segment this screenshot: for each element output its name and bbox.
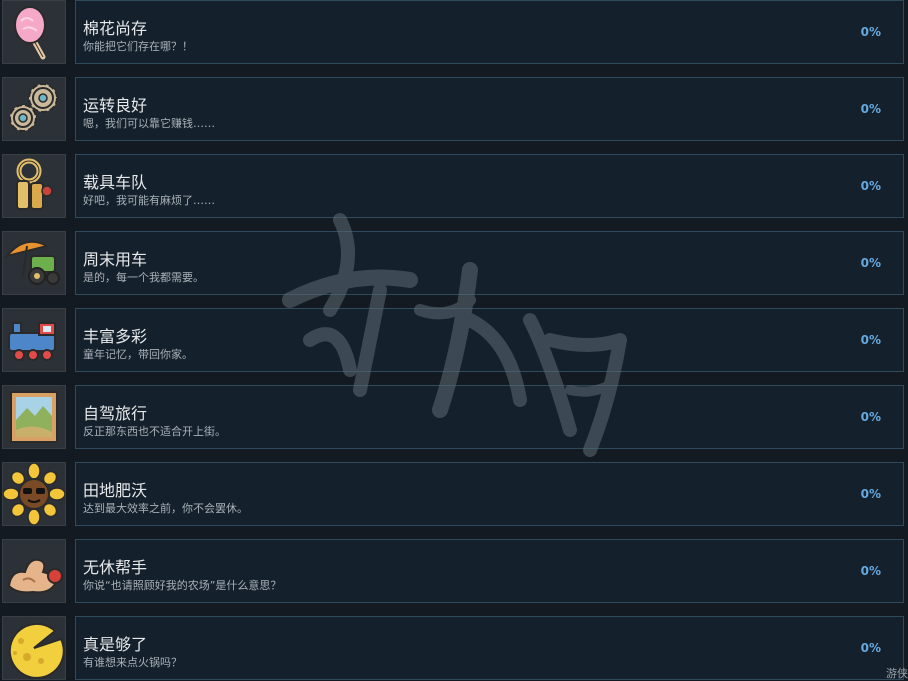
achievement-icon-box [2,462,66,526]
achievement-row[interactable]: 棉花尚存 你能把它们存在哪？！ 0% [0,0,908,66]
achievement-description: 你能把它们存在哪？！ [83,40,193,53]
achievement-title: 棉花尚存 [83,19,148,38]
achievement-card: 运转良好 嗯，我们可以靠它赚钱…… 0% [75,77,904,141]
achievement-row[interactable]: 载具车队 好吧，我可能有麻烦了…… 0% [0,154,908,220]
flexed-arm-icon [3,540,65,602]
achievement-row[interactable]: 无休帮手 你说“也请照顾好我的农场”是什么意思？ 0% [0,539,908,605]
achievement-row[interactable]: 丰富多彩 童年记忆，带回你家。 0% [0,308,908,374]
achievement-percent: 0% [860,410,881,424]
umbrella-tractor-icon [3,232,65,294]
landscape-picture-icon [3,386,65,448]
achievement-description: 你说“也请照顾好我的农场”是什么意思？ [83,579,282,592]
achievement-row[interactable]: 周末用车 是的，每一个我都需要。 0% [0,231,908,297]
achievement-icon-box [2,0,66,64]
achievement-card: 田地肥沃 达到最大效率之前，你不会罢休。 0% [75,462,904,526]
gears-icon [3,78,65,140]
achievement-card: 无休帮手 你说“也请照顾好我的农场”是什么意思？ 0% [75,539,904,603]
achievement-row[interactable]: 自驾旅行 反正那东西也不适合开上街。 0% [0,385,908,451]
achievement-icon-box [2,77,66,141]
achievement-description: 嗯，我们可以靠它赚钱…… [83,117,215,130]
achievement-title: 自驾旅行 [83,404,148,423]
train-icon [3,309,65,371]
keys-icon [3,155,65,217]
achievement-row[interactable]: 运转良好 嗯，我们可以靠它赚钱…… 0% [0,77,908,143]
achievement-icon-box [2,308,66,372]
achievement-percent: 0% [860,333,881,347]
sunflower-sunglasses-icon [3,463,65,525]
cheese-icon [3,617,65,679]
achievement-icon-box [2,385,66,449]
achievement-description: 童年记忆，带回你家。 [83,348,193,361]
achievements-page: 棉花尚存 你能把它们存在哪？！ 0% 运转良好 嗯，我们可以靠它赚钱…… 0% … [0,0,908,681]
achievement-card: 自驾旅行 反正那东西也不适合开上街。 0% [75,385,904,449]
achievement-title: 田地肥沃 [83,481,148,500]
achievement-description: 有谁想来点火锅吗？ [83,656,182,669]
achievement-percent: 0% [860,487,881,501]
achievement-description: 好吧，我可能有麻烦了…… [83,194,215,207]
achievement-description: 达到最大效率之前，你不会罢休。 [83,502,248,515]
achievement-percent: 0% [860,564,881,578]
achievement-title: 周末用车 [83,250,148,269]
achievement-title: 真是够了 [83,635,148,654]
achievement-icon-box [2,154,66,218]
achievement-row[interactable]: 真是够了 有谁想来点火锅吗？ 0% [0,616,908,681]
achievement-card: 棉花尚存 你能把它们存在哪？！ 0% [75,0,904,64]
achievement-percent: 0% [860,179,881,193]
achievement-icon-box [2,231,66,295]
achievement-card: 真是够了 有谁想来点火锅吗？ 0% [75,616,904,680]
achievement-row[interactable]: 田地肥沃 达到最大效率之前，你不会罢休。 0% [0,462,908,528]
cotton-candy-icon [3,1,65,63]
achievement-percent: 0% [860,256,881,270]
achievement-title: 载具车队 [83,173,148,192]
achievement-card: 丰富多彩 童年记忆，带回你家。 0% [75,308,904,372]
achievement-title: 丰富多彩 [83,327,148,346]
achievement-title: 运转良好 [83,96,148,115]
achievement-card: 载具车队 好吧，我可能有麻烦了…… 0% [75,154,904,218]
achievement-title: 无休帮手 [83,558,148,577]
achievement-percent: 0% [860,641,881,655]
achievement-description: 是的，每一个我都需要。 [83,271,204,284]
achievement-description: 反正那东西也不适合开上街。 [83,425,226,438]
corner-watermark-text: 游侠 [886,667,908,680]
achievement-card: 周末用车 是的，每一个我都需要。 0% [75,231,904,295]
achievement-percent: 0% [860,25,881,39]
achievement-icon-box [2,616,66,680]
achievement-icon-box [2,539,66,603]
achievement-percent: 0% [860,102,881,116]
